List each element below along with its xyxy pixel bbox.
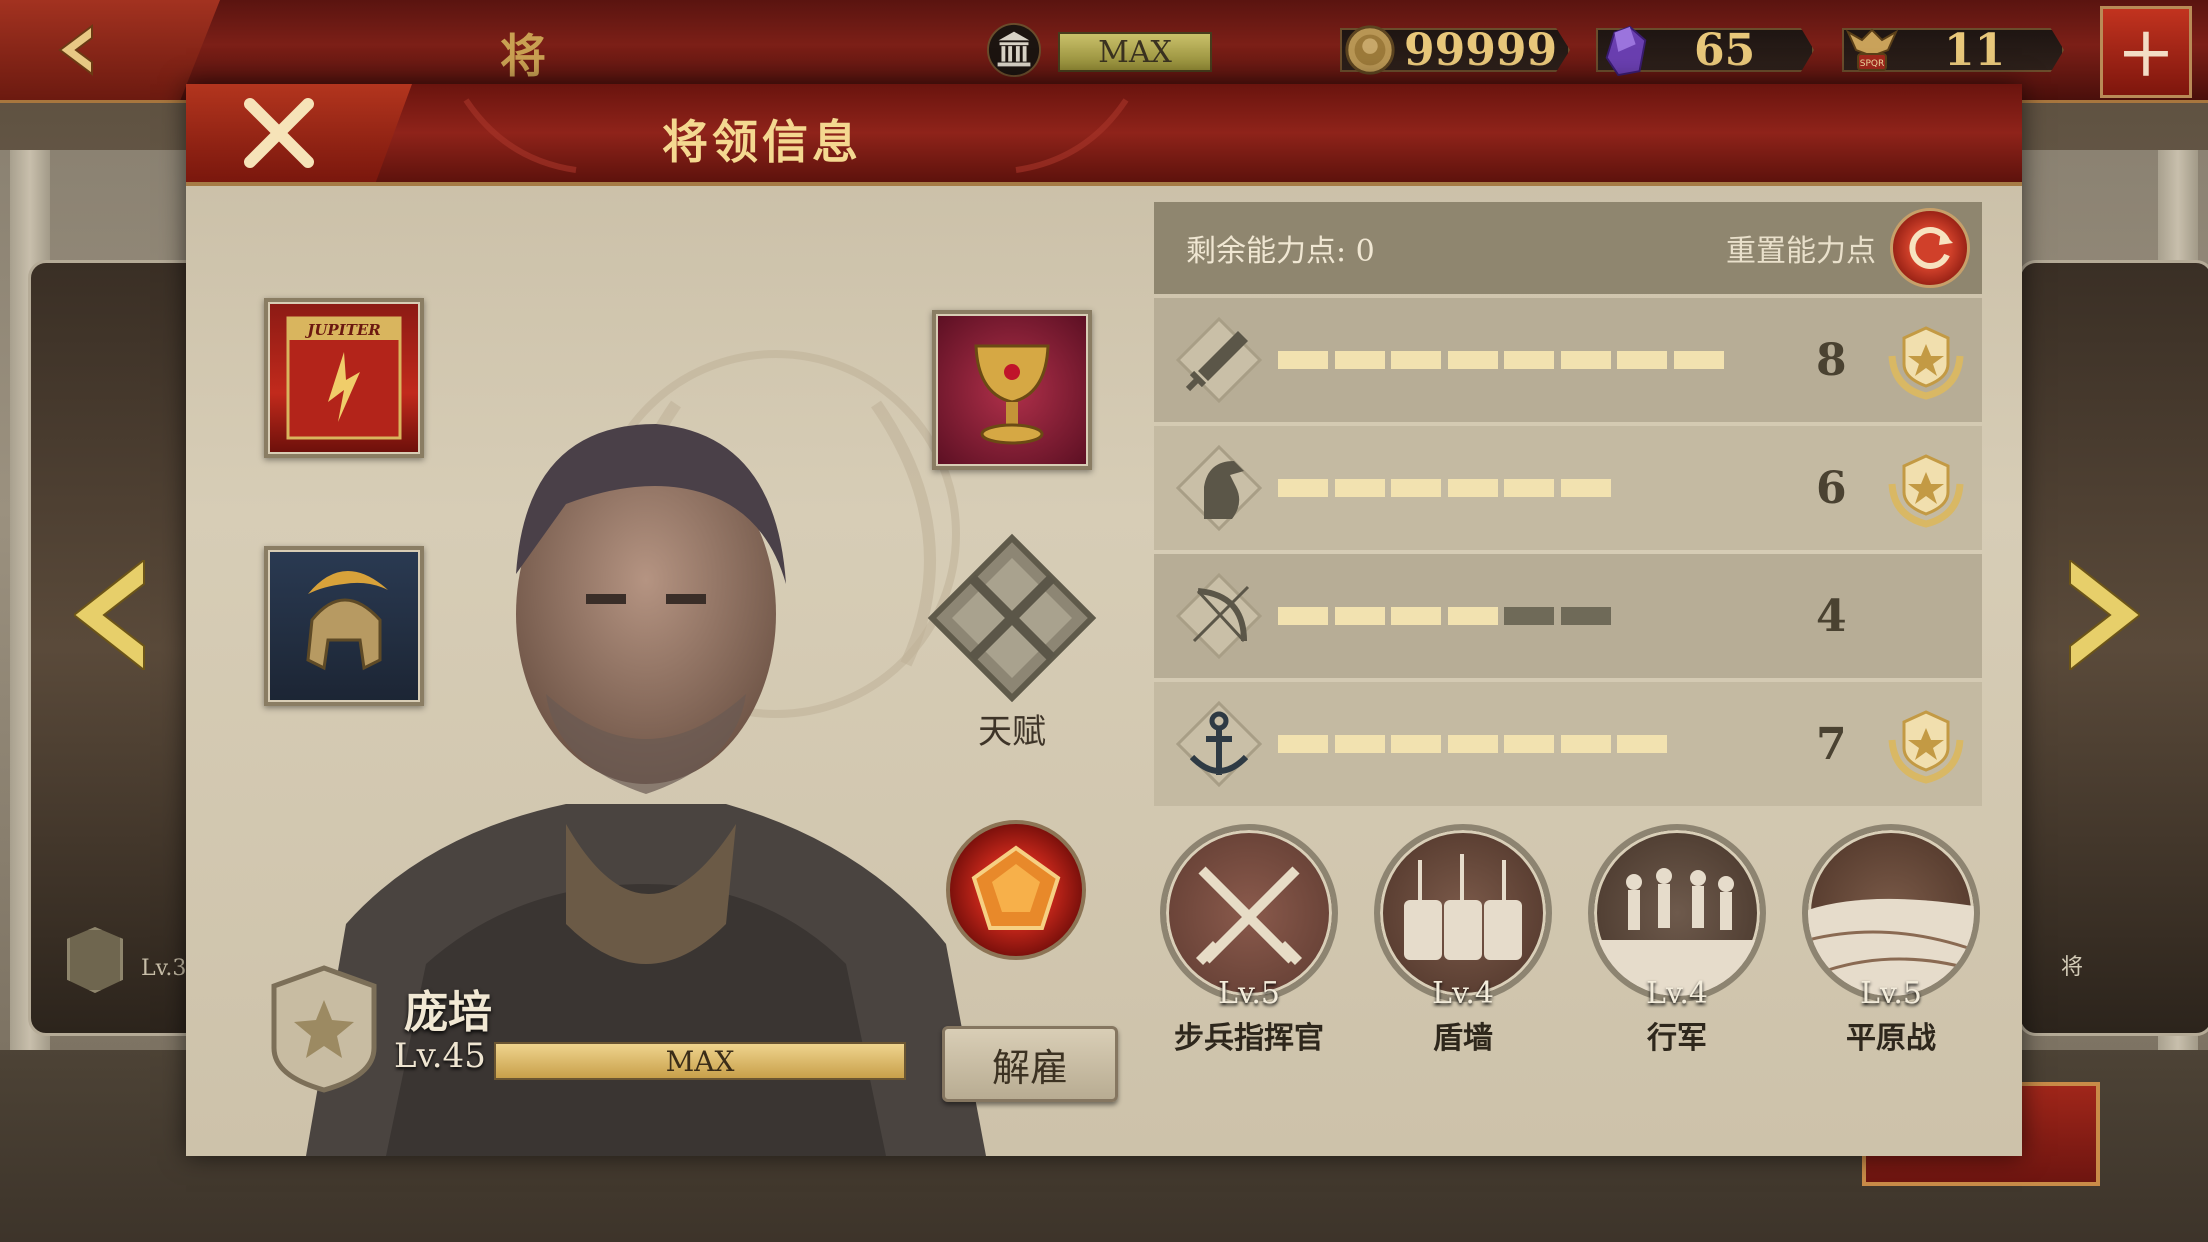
stat-segment	[1391, 351, 1441, 369]
sword-icon	[1175, 316, 1263, 404]
star-medal-icon	[1888, 454, 1964, 528]
gems-resource[interactable]: 65	[1596, 22, 1816, 78]
skill-plains-warfare[interactable]: Lv.5 平原战	[1796, 824, 1986, 1057]
stat-segment	[1560, 351, 1611, 369]
stat-segment	[1447, 351, 1498, 369]
skill-level: Lv.5	[1218, 976, 1280, 1011]
reset-points-label: 重置能力点	[1726, 234, 1876, 269]
stat-segment	[1391, 607, 1441, 625]
ability-points-header: 剩余能力点: 0 重置能力点	[1154, 202, 1982, 294]
coins-resource[interactable]: 99999	[1340, 22, 1570, 78]
skill-name: 行军	[1647, 1021, 1707, 1056]
stat-row: 8	[1154, 298, 1982, 422]
gem-socket-button[interactable]	[946, 820, 1086, 960]
pentagon-gem-icon	[971, 845, 1061, 930]
tokens-resource[interactable]: 11 SPQR	[1842, 22, 2068, 78]
stat-value: 7	[1816, 718, 1847, 770]
skill-level: Lv.4	[1646, 976, 1708, 1011]
talent-label: 天赋	[978, 712, 1046, 752]
star-medal-icon	[1888, 710, 1964, 784]
skill-march[interactable]: Lv.4 行军	[1582, 824, 1772, 1057]
close-button[interactable]	[186, 84, 412, 182]
stat-segment	[1504, 351, 1554, 369]
skill-infantry-commander[interactable]: Lv.5 步兵指挥官	[1154, 824, 1344, 1057]
stat-segment	[1447, 735, 1498, 753]
stat-segment	[1334, 479, 1385, 497]
stat-segment	[1278, 479, 1328, 497]
stat-segment	[1278, 735, 1328, 753]
svg-text:SPQR: SPQR	[1860, 59, 1884, 69]
stat-value: 4	[1816, 590, 1847, 642]
rank-emblem-icon	[67, 927, 123, 993]
bow-icon	[1175, 572, 1263, 660]
stat-segment	[1560, 735, 1611, 753]
stat-segment	[1391, 479, 1441, 497]
stat-segment	[1278, 607, 1328, 625]
stat-row: 7	[1154, 682, 1982, 806]
laurel-decoration-icon	[1015, 98, 1129, 173]
horse-icon	[1175, 444, 1263, 532]
screen-title: 将 领	[500, 29, 564, 149]
gem-icon	[1596, 22, 1656, 78]
remaining-points-label: 剩余能力点: 0	[1186, 234, 1375, 269]
stat-segment	[1447, 607, 1498, 625]
refresh-icon	[1909, 227, 1953, 269]
skill-level: Lv.4	[1432, 976, 1494, 1011]
reset-points-button[interactable]	[1890, 208, 1970, 288]
laurel-decoration-icon	[463, 98, 577, 173]
previous-general-arrow-icon[interactable]	[74, 560, 154, 670]
building-level-value: MAX	[1058, 32, 1212, 72]
ability-points-panel: 剩余能力点: 0 重置能力点 8 6 4 7	[1154, 202, 1982, 806]
stat-segment	[1504, 607, 1554, 625]
add-resource-button[interactable]: +	[2100, 6, 2192, 98]
temple-icon	[984, 22, 1044, 78]
skills-list: Lv.5 步兵指挥官 Lv.4 盾墙 Lv.4 行军 Lv.5 平原战	[1154, 824, 1982, 1124]
stat-row: 6	[1154, 426, 1982, 550]
stat-segment	[1278, 351, 1328, 369]
general-level: Lv.45	[394, 1036, 486, 1076]
skill-name: 平原战	[1846, 1021, 1936, 1056]
stat-row: 4	[1154, 554, 1982, 678]
stat-segment	[1673, 351, 1724, 369]
skill-shield-wall[interactable]: Lv.4 盾墙	[1368, 824, 1558, 1057]
stat-segment	[1617, 735, 1667, 753]
stat-segment	[1560, 479, 1611, 497]
stat-segment	[1504, 479, 1554, 497]
stat-segment	[1334, 351, 1385, 369]
experience-bar: MAX	[494, 1042, 906, 1080]
skill-name: 盾墙	[1433, 1021, 1493, 1056]
coin-icon	[1340, 22, 1400, 78]
skill-name: 步兵指挥官	[1174, 1021, 1324, 1056]
next-general-arrow-icon[interactable]	[2060, 560, 2140, 670]
stat-segment	[1504, 735, 1554, 753]
panel-header: 将领信息	[186, 84, 2022, 186]
spqr-eagle-icon: SPQR	[1842, 22, 1902, 78]
panel-title: 将领信息	[662, 115, 862, 169]
dismiss-button[interactable]: 解雇	[942, 1026, 1118, 1102]
stat-segment	[1334, 607, 1385, 625]
stat-segment	[1560, 607, 1611, 625]
stat-segment	[1447, 479, 1498, 497]
banner-text: JUPITER	[304, 321, 381, 339]
next-general-label: 将	[2061, 955, 2084, 980]
talent-button[interactable]: 天赋	[922, 532, 1102, 752]
general-name: 庞培	[404, 987, 492, 1038]
rank-star-badge-icon	[271, 965, 377, 1093]
anchor-icon	[1175, 700, 1263, 788]
back-arrow-icon	[58, 24, 93, 76]
stat-segment	[1391, 735, 1441, 753]
stat-segment	[1334, 735, 1385, 753]
building-level-resource[interactable]: MAX	[984, 22, 1224, 78]
general-info-panel: 将领信息 JUPITER 天赋 庞培 Lv.45 MAX 解雇 剩余能力点: 0…	[186, 84, 2022, 1156]
stat-segment	[1617, 351, 1667, 369]
close-icon	[244, 98, 314, 168]
skill-level: Lv.5	[1860, 976, 1922, 1011]
talent-crossed-swords-icon	[927, 533, 1097, 703]
stat-value: 8	[1816, 334, 1847, 386]
star-medal-icon	[1888, 326, 1964, 400]
stat-value: 6	[1816, 462, 1847, 514]
